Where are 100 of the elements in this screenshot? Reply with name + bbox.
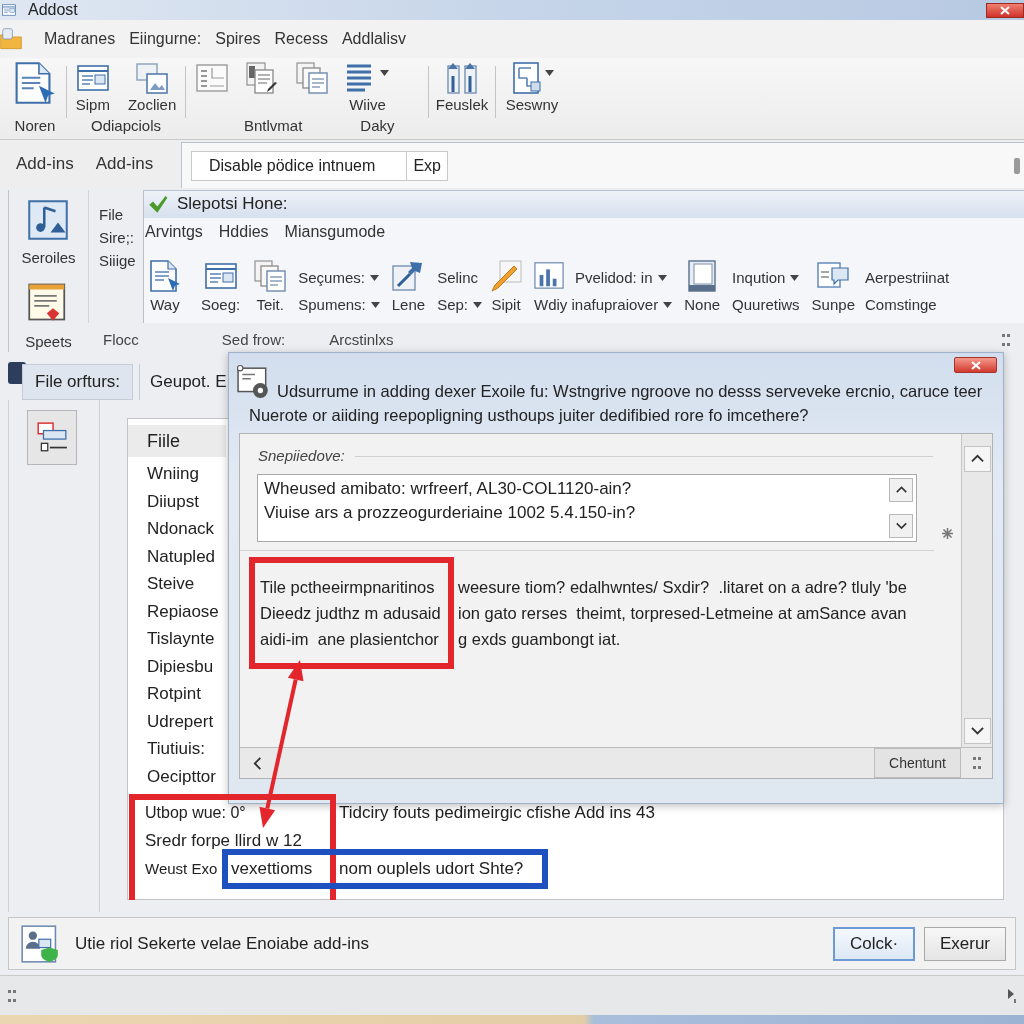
- vertical-scrollbar[interactable]: [961, 434, 992, 747]
- group-label: Noren: [14, 117, 56, 135]
- command-button[interactable]: Quuretiws: [732, 291, 800, 319]
- dialog-button[interactable]: Colck·: [833, 926, 915, 961]
- checkmark-icon: [148, 194, 168, 215]
- paragraph: Tile pctheeirmpnaritinos weesure tiom? edalhwntes/ Sxdir? .litaret on a adre? tluly 'be Dieedz judthz m adusaid ion gato rerses theimt, torpresed-Letmeine at amSance avan aidi-im ane plasientchor g exds guambongt iat.: [259, 577, 907, 650]
- scroll-up-button[interactable]: [889, 478, 913, 502]
- ribbon-button[interactable]: [196, 62, 228, 94]
- bar-chart-icon: [534, 260, 564, 291]
- command-button[interactable]: Seçumes:: [298, 264, 380, 292]
- side-link[interactable]: Siiige: [99, 249, 143, 272]
- command-button[interactable]: Sep:: [437, 291, 482, 319]
- command-button[interactable]: Lene: [391, 245, 426, 314]
- command-button[interactable]: Sipit: [490, 245, 522, 314]
- document-icon: [14, 62, 56, 104]
- command-button[interactable]: Wdiy inafupraiover: [534, 291, 673, 319]
- side-link[interactable]: Sire;:: [99, 226, 143, 249]
- list-item[interactable]: Wniing: [128, 460, 226, 488]
- group-label: Flocc: [103, 330, 139, 349]
- pictures-icon: [136, 62, 169, 94]
- asterisk-icon: [942, 528, 953, 539]
- list-item[interactable]: Rotpint: [128, 680, 226, 708]
- list-item[interactable]: Tiutiuis:: [128, 735, 226, 763]
- frame-icon: [686, 259, 719, 292]
- list-item[interactable]: Steive: [128, 570, 226, 598]
- ribbon-button[interactable]: Feuslek: [435, 62, 489, 114]
- note-text: Tidciry fouts pedimeirgic cfishe Add ins 43: [339, 802, 655, 825]
- close-icon: [970, 360, 981, 370]
- horizontal-scrollbar[interactable]: Chentunt: [240, 747, 992, 778]
- toolbar-tab[interactable]: Add-ins: [16, 154, 74, 174]
- note-text: Utbop wue: 0°: [145, 803, 247, 823]
- list-item[interactable]: Fiile: [128, 425, 226, 457]
- list-item[interactable]: Dipiesbu: [128, 652, 226, 680]
- ribbon-button[interactable]: Zoclien: [127, 62, 177, 114]
- arrow-icon: [392, 259, 425, 292]
- command-button[interactable]: Way: [149, 245, 181, 314]
- command-button[interactable]: Aerpestriinat: [864, 264, 950, 292]
- window-icon: [76, 62, 109, 94]
- list-item[interactable]: Tislaynte: [128, 625, 226, 653]
- documents-icon: [246, 62, 278, 94]
- list-item[interactable]: Natupled: [128, 542, 226, 570]
- grip-icon: [1002, 333, 1010, 346]
- command-button[interactable]: Teit.: [254, 245, 287, 314]
- toolbar-tab[interactable]: Add-ins: [95, 154, 154, 174]
- panel-tab[interactable]: File orfturs:: [22, 364, 134, 400]
- note-text: Sredr forpe llird w 12: [145, 830, 302, 853]
- side-button[interactable]: Speets: [25, 282, 72, 352]
- text-area[interactable]: Wheused amibato: wrfreerf, AL30-COL1120-ain? Viuise ars a prozzeogurderiaine 1002 5.4.150-in?: [257, 474, 917, 542]
- music-note-icon: [28, 200, 69, 240]
- dialog-button[interactable]: Exerur: [924, 926, 1006, 961]
- exp-button[interactable]: Exp: [406, 151, 447, 180]
- close-button[interactable]: [954, 357, 997, 373]
- list-item[interactable]: Diiupst: [128, 487, 226, 515]
- chevron-down-icon: [895, 520, 907, 532]
- list-item[interactable]: Oecipttor: [128, 762, 226, 790]
- scroll-up-button[interactable]: [963, 446, 991, 472]
- command-button[interactable]: Inqution: [732, 264, 800, 292]
- command-button[interactable]: Soeg:: [201, 245, 241, 314]
- scroll-down-button[interactable]: [889, 514, 913, 538]
- ribbon-button[interactable]: Sipm: [75, 62, 110, 114]
- command-button[interactable]: Comstinge: [864, 291, 950, 319]
- side-button[interactable]: Seroiles: [21, 200, 76, 268]
- menu-tab[interactable]: Eiingurne:: [129, 29, 202, 49]
- document-icon: [149, 259, 181, 292]
- grip-icon: [972, 757, 981, 769]
- ribbon-button[interactable]: Seswny: [505, 62, 559, 114]
- command-button[interactable]: Selinc: [437, 264, 482, 292]
- footer-text: Utie riol Sekerte velae Enoiabe add-ins: [75, 932, 369, 955]
- scrollbar-thumb[interactable]: [1014, 157, 1020, 174]
- ribbon-button[interactable]: [246, 62, 278, 94]
- window-title: Addost: [28, 1, 78, 19]
- diagram-icon: [510, 62, 543, 94]
- ribbon-tab[interactable]: Miansgumode: [284, 221, 386, 242]
- list-item[interactable]: Ndonack: [128, 515, 226, 543]
- menu-tab[interactable]: Addlalisv: [341, 29, 406, 49]
- icon-button[interactable]: [27, 410, 77, 465]
- close-button[interactable]: [986, 2, 1024, 18]
- ribbon-button[interactable]: Wiive: [346, 62, 389, 114]
- dialog-prompt: Nuerote or aiiding reepopligning usthoups juiter dedifibied rore fo imcethere?: [249, 405, 809, 425]
- ribbon-button[interactable]: [14, 62, 56, 104]
- window-icon: [237, 365, 271, 399]
- command-button[interactable]: Sunpe: [811, 245, 855, 314]
- command-button[interactable]: Pvelidod: in: [534, 264, 673, 292]
- input-field[interactable]: Disable pödice intnuem Exp: [191, 150, 448, 181]
- content-button[interactable]: Chentunt: [874, 748, 961, 778]
- list-item[interactable]: Udrepert: [128, 707, 226, 735]
- side-link[interactable]: File: [99, 203, 143, 226]
- group-label: Sed frow:: [221, 330, 286, 349]
- command-button[interactable]: None: [684, 245, 721, 314]
- ribbon-tab[interactable]: Hddies: [218, 221, 269, 242]
- list-item[interactable]: Repiaose: [128, 597, 226, 625]
- window-icon: [2, 3, 16, 17]
- menu-tab[interactable]: Recess: [274, 29, 328, 49]
- menu-tab[interactable]: Madranes: [44, 29, 116, 49]
- group-label: Snepiiedove:: [258, 446, 345, 466]
- ribbon-tab[interactable]: Arvintgs: [145, 221, 203, 242]
- scroll-down-button[interactable]: [963, 718, 991, 744]
- note-text: Weust Exo: [145, 858, 219, 879]
- command-button[interactable]: Spumens:: [298, 291, 380, 319]
- menu-tab[interactable]: Spires: [215, 29, 261, 49]
